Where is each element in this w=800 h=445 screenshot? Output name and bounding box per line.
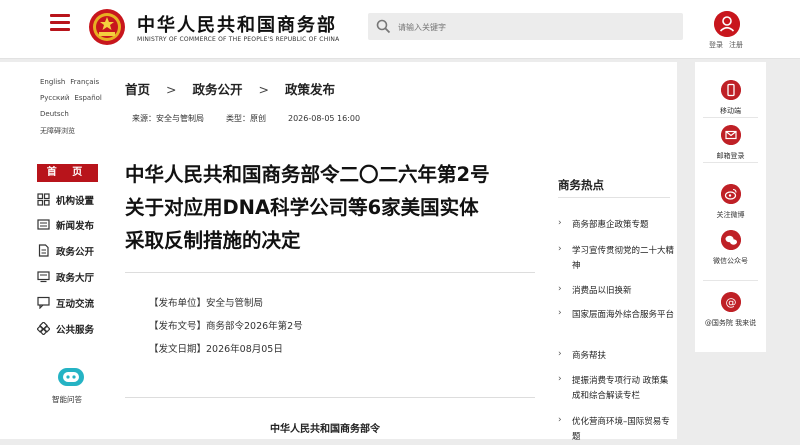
- site-header: 中华人民共和国商务部 MINISTRY OF COMMERCE OF THE P…: [0, 0, 800, 59]
- right-service-bar: 移动端 邮箱登录 关注微博 微信公众号 @ @国务院 我来说: [695, 62, 766, 352]
- nav-item-public-service[interactable]: 公共服务: [37, 320, 105, 338]
- nav-item-org[interactable]: 机构设置: [37, 191, 105, 209]
- nav-item-label: 机构设置: [56, 196, 95, 207]
- lang-russian[interactable]: Русский: [40, 94, 69, 102]
- chevron-right-icon: ›: [558, 415, 562, 425]
- title-line: 采取反制措施的决定: [125, 229, 301, 252]
- rightbar-label: 移动端: [720, 107, 741, 115]
- nav-item-interaction[interactable]: 互动交流: [37, 294, 105, 312]
- document-number: 【发布文号】商务部令2026年第2号: [149, 321, 303, 332]
- lang-french[interactable]: Français: [70, 78, 99, 86]
- type-text: 类型：原创: [226, 114, 266, 123]
- service-hall-icon: [37, 271, 50, 283]
- login-link[interactable]: 登录: [709, 41, 723, 49]
- mail-icon: [721, 125, 741, 145]
- article-title: 中华人民共和国商务部令二〇二六年第2号 关于对应用DNA科学公司等6家美国实体 …: [125, 158, 545, 257]
- org-grid-icon: [37, 193, 50, 206]
- site-name-en: MINISTRY OF COMMERCE OF THE PEOPLE'S REP…: [137, 36, 340, 43]
- language-row: Русский Español: [40, 94, 107, 102]
- left-navigation: English Français Русский Español Deutsch 无…: [0, 62, 105, 439]
- nav-item-service-hall[interactable]: 政务大厅: [37, 268, 105, 286]
- language-row: English Français: [40, 78, 104, 86]
- nav-item-label: 公共服务: [56, 325, 95, 336]
- divider: [125, 272, 535, 273]
- nav-item-label: 政务公开: [56, 247, 95, 258]
- rightbar-label: 邮箱登录: [716, 152, 745, 160]
- hamburger-menu-icon[interactable]: [50, 14, 70, 32]
- article-panel: 首页 > 政务公开 > 政策发布 来源：安全与管制局 类型：原创 2026-08-05 16…: [105, 62, 542, 439]
- rightbar-label: 关注微博: [716, 211, 745, 219]
- lang-english[interactable]: English: [40, 78, 65, 86]
- breadcrumb-gov-affairs[interactable]: 政务公开: [193, 82, 243, 97]
- divider: [703, 162, 758, 163]
- weibo-icon: [721, 184, 741, 204]
- chevron-right-icon: ›: [558, 244, 562, 254]
- title-line: 关于对应用DNA科学公司等6家美国实体: [125, 196, 479, 219]
- site-name-cn[interactable]: 中华人民共和国商务部: [137, 11, 337, 37]
- divider: [558, 197, 670, 198]
- chevron-right-icon: ›: [558, 218, 562, 228]
- wechat-icon: [721, 230, 741, 250]
- rightbar-label: 微信公众号: [713, 257, 748, 265]
- issuing-unit: 【发布单位】安全与管制局: [149, 298, 264, 309]
- robot-assistant-icon[interactable]: [57, 367, 85, 387]
- national-emblem-logo[interactable]: [88, 8, 126, 46]
- lang-spanish[interactable]: Español: [74, 94, 101, 102]
- publish-datetime: 2026-08-05 16:00: [288, 114, 361, 123]
- mobile-phone-icon: [721, 80, 741, 100]
- language-row: 无障碍浏览: [40, 126, 80, 136]
- divider: [703, 117, 758, 118]
- rightbar-label: @国务院 我来说: [704, 319, 757, 327]
- user-links: 登录 注册: [709, 40, 749, 50]
- lang-german[interactable]: Deutsch: [40, 110, 69, 118]
- divider: [703, 280, 758, 281]
- register-link[interactable]: 注册: [729, 41, 743, 49]
- issue-date: 【发文日期】2026年08月05日: [149, 344, 283, 355]
- breadcrumb-policy[interactable]: 政策发布: [285, 82, 335, 97]
- nav-item-news[interactable]: 新闻发布: [37, 216, 105, 234]
- accessible-browsing-link[interactable]: 无障碍浏览: [40, 127, 75, 135]
- user-avatar-icon[interactable]: [714, 11, 740, 37]
- breadcrumb-separator: >: [166, 82, 177, 97]
- breadcrumb: 首页 > 政务公开 > 政策发布: [125, 79, 335, 98]
- search-icon[interactable]: [376, 19, 391, 34]
- chat-icon: [37, 296, 50, 309]
- article-meta: 来源：安全与管制局 类型：原创 2026-08-05 16:00: [132, 113, 382, 124]
- smart-qa-label[interactable]: 智能问答: [52, 394, 82, 405]
- document-icon: [38, 244, 49, 257]
- at-sign-icon: @: [721, 292, 741, 312]
- chevron-right-icon: ›: [558, 284, 562, 294]
- news-icon: [37, 219, 50, 230]
- public-service-icon: [37, 322, 50, 335]
- issuer-heading: 中华人民共和国商务部令: [270, 424, 380, 435]
- chevron-right-icon: ›: [558, 374, 562, 384]
- nav-item-label: 政务大厅: [56, 273, 95, 284]
- hot-topics-title: 商务热点: [558, 178, 604, 192]
- nav-item-label: 互动交流: [56, 299, 95, 310]
- breadcrumb-home[interactable]: 首页: [125, 82, 150, 97]
- svg-text:@: @: [726, 296, 737, 309]
- nav-home[interactable]: 首 页: [37, 164, 98, 182]
- chevron-right-icon: ›: [558, 349, 562, 359]
- nav-item-gov-affairs[interactable]: 政务公开: [37, 242, 105, 260]
- search-input[interactable]: [396, 17, 670, 38]
- language-row: Deutsch: [40, 110, 74, 118]
- search-bar: [368, 13, 683, 40]
- title-line: 中华人民共和国商务部令二〇二六年第2号: [125, 163, 490, 186]
- source-text: 来源：安全与管制局: [132, 114, 204, 123]
- breadcrumb-separator: >: [258, 82, 269, 97]
- nav-item-label: 新闻发布: [56, 221, 95, 232]
- hot-topics-panel: 商务热点 › 商务部惠企政策专题 › 学习宣传贯彻党的二十大精神 › 消费品以旧换新 …: [542, 62, 677, 442]
- divider: [125, 397, 535, 398]
- chevron-right-icon: ›: [558, 308, 562, 318]
